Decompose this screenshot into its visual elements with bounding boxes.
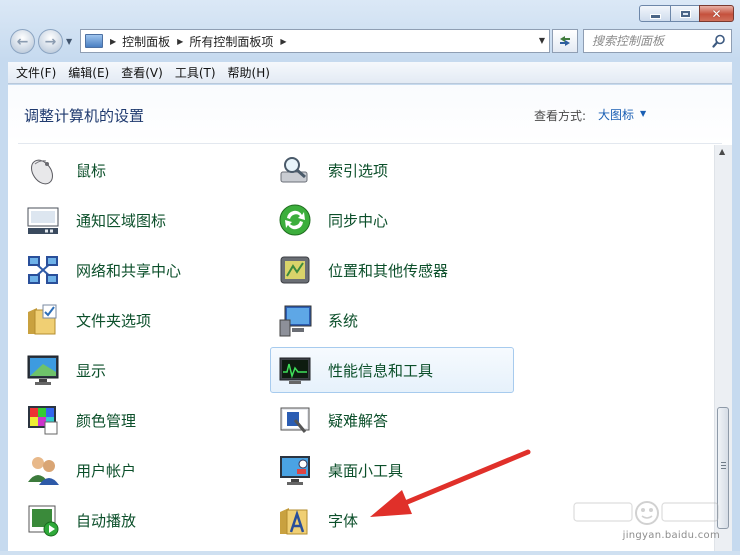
breadcrumb-chevron-icon[interactable]: ▶ bbox=[280, 37, 286, 46]
cp-item-autoplay[interactable]: 自动播放 bbox=[18, 497, 260, 543]
menu-tools[interactable]: 工具(T) bbox=[169, 63, 222, 83]
refresh-icon bbox=[560, 36, 570, 46]
cp-item-display[interactable]: 显示 bbox=[18, 347, 260, 393]
thumb-grip bbox=[721, 462, 726, 471]
address-dropdown-icon[interactable]: ▼ bbox=[539, 36, 545, 45]
breadcrumb-control-panel[interactable]: 控制面板 bbox=[122, 33, 170, 50]
minimize-icon bbox=[649, 14, 661, 19]
menu-view[interactable]: 查看(V) bbox=[115, 63, 169, 83]
arrow-right-icon: → bbox=[44, 33, 57, 50]
back-forward-group: ← → ▼ bbox=[8, 28, 78, 56]
view-by-dropdown-icon[interactable]: ▼ bbox=[640, 109, 646, 118]
minimize-button[interactable] bbox=[639, 5, 671, 22]
cp-item-desktop-gadgets[interactable]: 桌面小工具 bbox=[270, 447, 514, 493]
cp-item-notification-area-icons[interactable]: 通知区域图标 bbox=[18, 197, 260, 243]
cp-item-user-accounts[interactable]: 用户帐户 bbox=[18, 447, 260, 493]
close-icon: ✕ bbox=[711, 6, 722, 21]
cp-item-sync-center[interactable]: 同步中心 bbox=[270, 197, 514, 243]
cp-item-label: 索引选项 bbox=[328, 161, 389, 180]
scroll-up-icon[interactable]: ▲ bbox=[719, 147, 725, 156]
cp-item-label: 字体 bbox=[328, 511, 359, 530]
search-box[interactable] bbox=[583, 29, 732, 53]
color-management-icon bbox=[25, 402, 61, 438]
folder-options-icon bbox=[25, 302, 61, 338]
cp-item-label: 同步中心 bbox=[328, 211, 389, 230]
menu-edit[interactable]: 编辑(E) bbox=[62, 63, 115, 83]
cp-item-label: 系统 bbox=[328, 311, 359, 330]
cp-item-label: 自动播放 bbox=[76, 511, 137, 530]
cp-item-system[interactable]: 系统 bbox=[270, 297, 514, 343]
search-icon[interactable] bbox=[712, 34, 726, 48]
menu-help[interactable]: 帮助(H) bbox=[222, 63, 276, 83]
recent-pages-dropdown-icon[interactable]: ▼ bbox=[66, 37, 72, 46]
breadcrumb-all-items[interactable]: 所有控制面板项 bbox=[189, 33, 273, 50]
forward-button[interactable]: → bbox=[38, 29, 63, 54]
refresh-button[interactable] bbox=[552, 29, 578, 53]
menu-bar: 文件(F) 编辑(E) 查看(V) 工具(T) 帮助(H) bbox=[8, 62, 732, 84]
mouse-icon bbox=[25, 152, 61, 188]
arrow-left-icon: ← bbox=[16, 33, 29, 50]
cp-item-performance-info-tools[interactable]: 性能信息和工具 bbox=[270, 347, 514, 393]
cp-item-troubleshooting[interactable]: 疑难解答 bbox=[270, 397, 514, 443]
vertical-scrollbar[interactable]: ▲ bbox=[714, 145, 732, 551]
control-panel-items: 鼠标 索引选项 通知区域图标 同步中心 网络和共享中心 位置和其他传感器 文件夹… bbox=[8, 145, 716, 555]
cp-item-label: 疑难解答 bbox=[328, 411, 389, 430]
autoplay-icon bbox=[25, 502, 61, 538]
cp-item-folder-options[interactable]: 文件夹选项 bbox=[18, 297, 260, 343]
system-icon bbox=[277, 302, 313, 338]
notification-area-icon bbox=[25, 202, 61, 238]
watermark-url: jingyan.baidu.com bbox=[622, 530, 720, 541]
cp-item-location-sensors[interactable]: 位置和其他传感器 bbox=[270, 247, 514, 293]
content-pane: 调整计算机的设置 查看方式: 大图标 ▼ 鼠标 索引选项 通知区域图标 同步中心… bbox=[8, 85, 732, 551]
cp-item-color-management[interactable]: 颜色管理 bbox=[18, 397, 260, 443]
navigation-bar: ← → ▼ ▶ 控制面板 ▶ 所有控制面板项 ▶ ▼ bbox=[8, 28, 732, 56]
cp-item-indexing-options[interactable]: 索引选项 bbox=[270, 147, 514, 193]
cp-item-label: 文件夹选项 bbox=[76, 311, 152, 330]
cp-item-mouse[interactable]: 鼠标 bbox=[18, 147, 260, 193]
desktop-gadgets-icon bbox=[277, 452, 313, 488]
content-header: 调整计算机的设置 查看方式: 大图标 ▼ bbox=[8, 85, 732, 143]
display-icon bbox=[25, 352, 61, 388]
view-by-selector[interactable]: 大图标 bbox=[598, 106, 634, 123]
address-bar[interactable]: ▶ 控制面板 ▶ 所有控制面板项 ▶ ▼ bbox=[80, 29, 550, 53]
location-sensors-icon bbox=[277, 252, 313, 288]
cp-item-label: 位置和其他传感器 bbox=[328, 261, 449, 280]
cp-item-label: 用户帐户 bbox=[76, 461, 137, 480]
sync-center-icon bbox=[277, 202, 313, 238]
performance-icon bbox=[277, 352, 313, 388]
network-sharing-icon bbox=[25, 252, 61, 288]
cp-item-label: 桌面小工具 bbox=[328, 461, 404, 480]
window-frame: ✕ ← → ▼ ▶ 控制面板 ▶ 所有控制面板项 ▶ ▼ 搜索控制面板 文件(F… bbox=[0, 0, 740, 551]
cp-item-fonts[interactable]: 字体 bbox=[270, 497, 514, 543]
cp-item-label: 显示 bbox=[76, 361, 107, 380]
troubleshooting-icon bbox=[277, 402, 313, 438]
back-button[interactable]: ← bbox=[10, 29, 35, 54]
breadcrumb-chevron-icon[interactable]: ▶ bbox=[110, 37, 116, 46]
cp-item-label: 鼠标 bbox=[76, 161, 107, 180]
menu-file[interactable]: 文件(F) bbox=[10, 63, 62, 83]
cp-item-label: 性能信息和工具 bbox=[328, 361, 434, 380]
maximize-button[interactable] bbox=[671, 5, 699, 22]
cp-item-network-sharing-center[interactable]: 网络和共享中心 bbox=[18, 247, 260, 293]
fonts-icon bbox=[277, 502, 313, 538]
breadcrumb-chevron-icon[interactable]: ▶ bbox=[177, 37, 183, 46]
view-by-label: 查看方式: bbox=[534, 109, 587, 123]
indexing-options-icon bbox=[277, 152, 313, 188]
caption-buttons: ✕ bbox=[639, 5, 734, 22]
cp-item-label: 颜色管理 bbox=[76, 411, 137, 430]
page-title: 调整计算机的设置 bbox=[24, 107, 145, 125]
cp-item-label: 网络和共享中心 bbox=[76, 261, 182, 280]
control-panel-icon bbox=[85, 34, 103, 48]
cp-item-label: 通知区域图标 bbox=[76, 211, 167, 230]
close-button[interactable]: ✕ bbox=[699, 5, 734, 22]
maximize-icon bbox=[679, 9, 691, 18]
user-accounts-icon bbox=[25, 452, 61, 488]
header-divider bbox=[18, 143, 722, 144]
search-input[interactable] bbox=[590, 33, 714, 49]
